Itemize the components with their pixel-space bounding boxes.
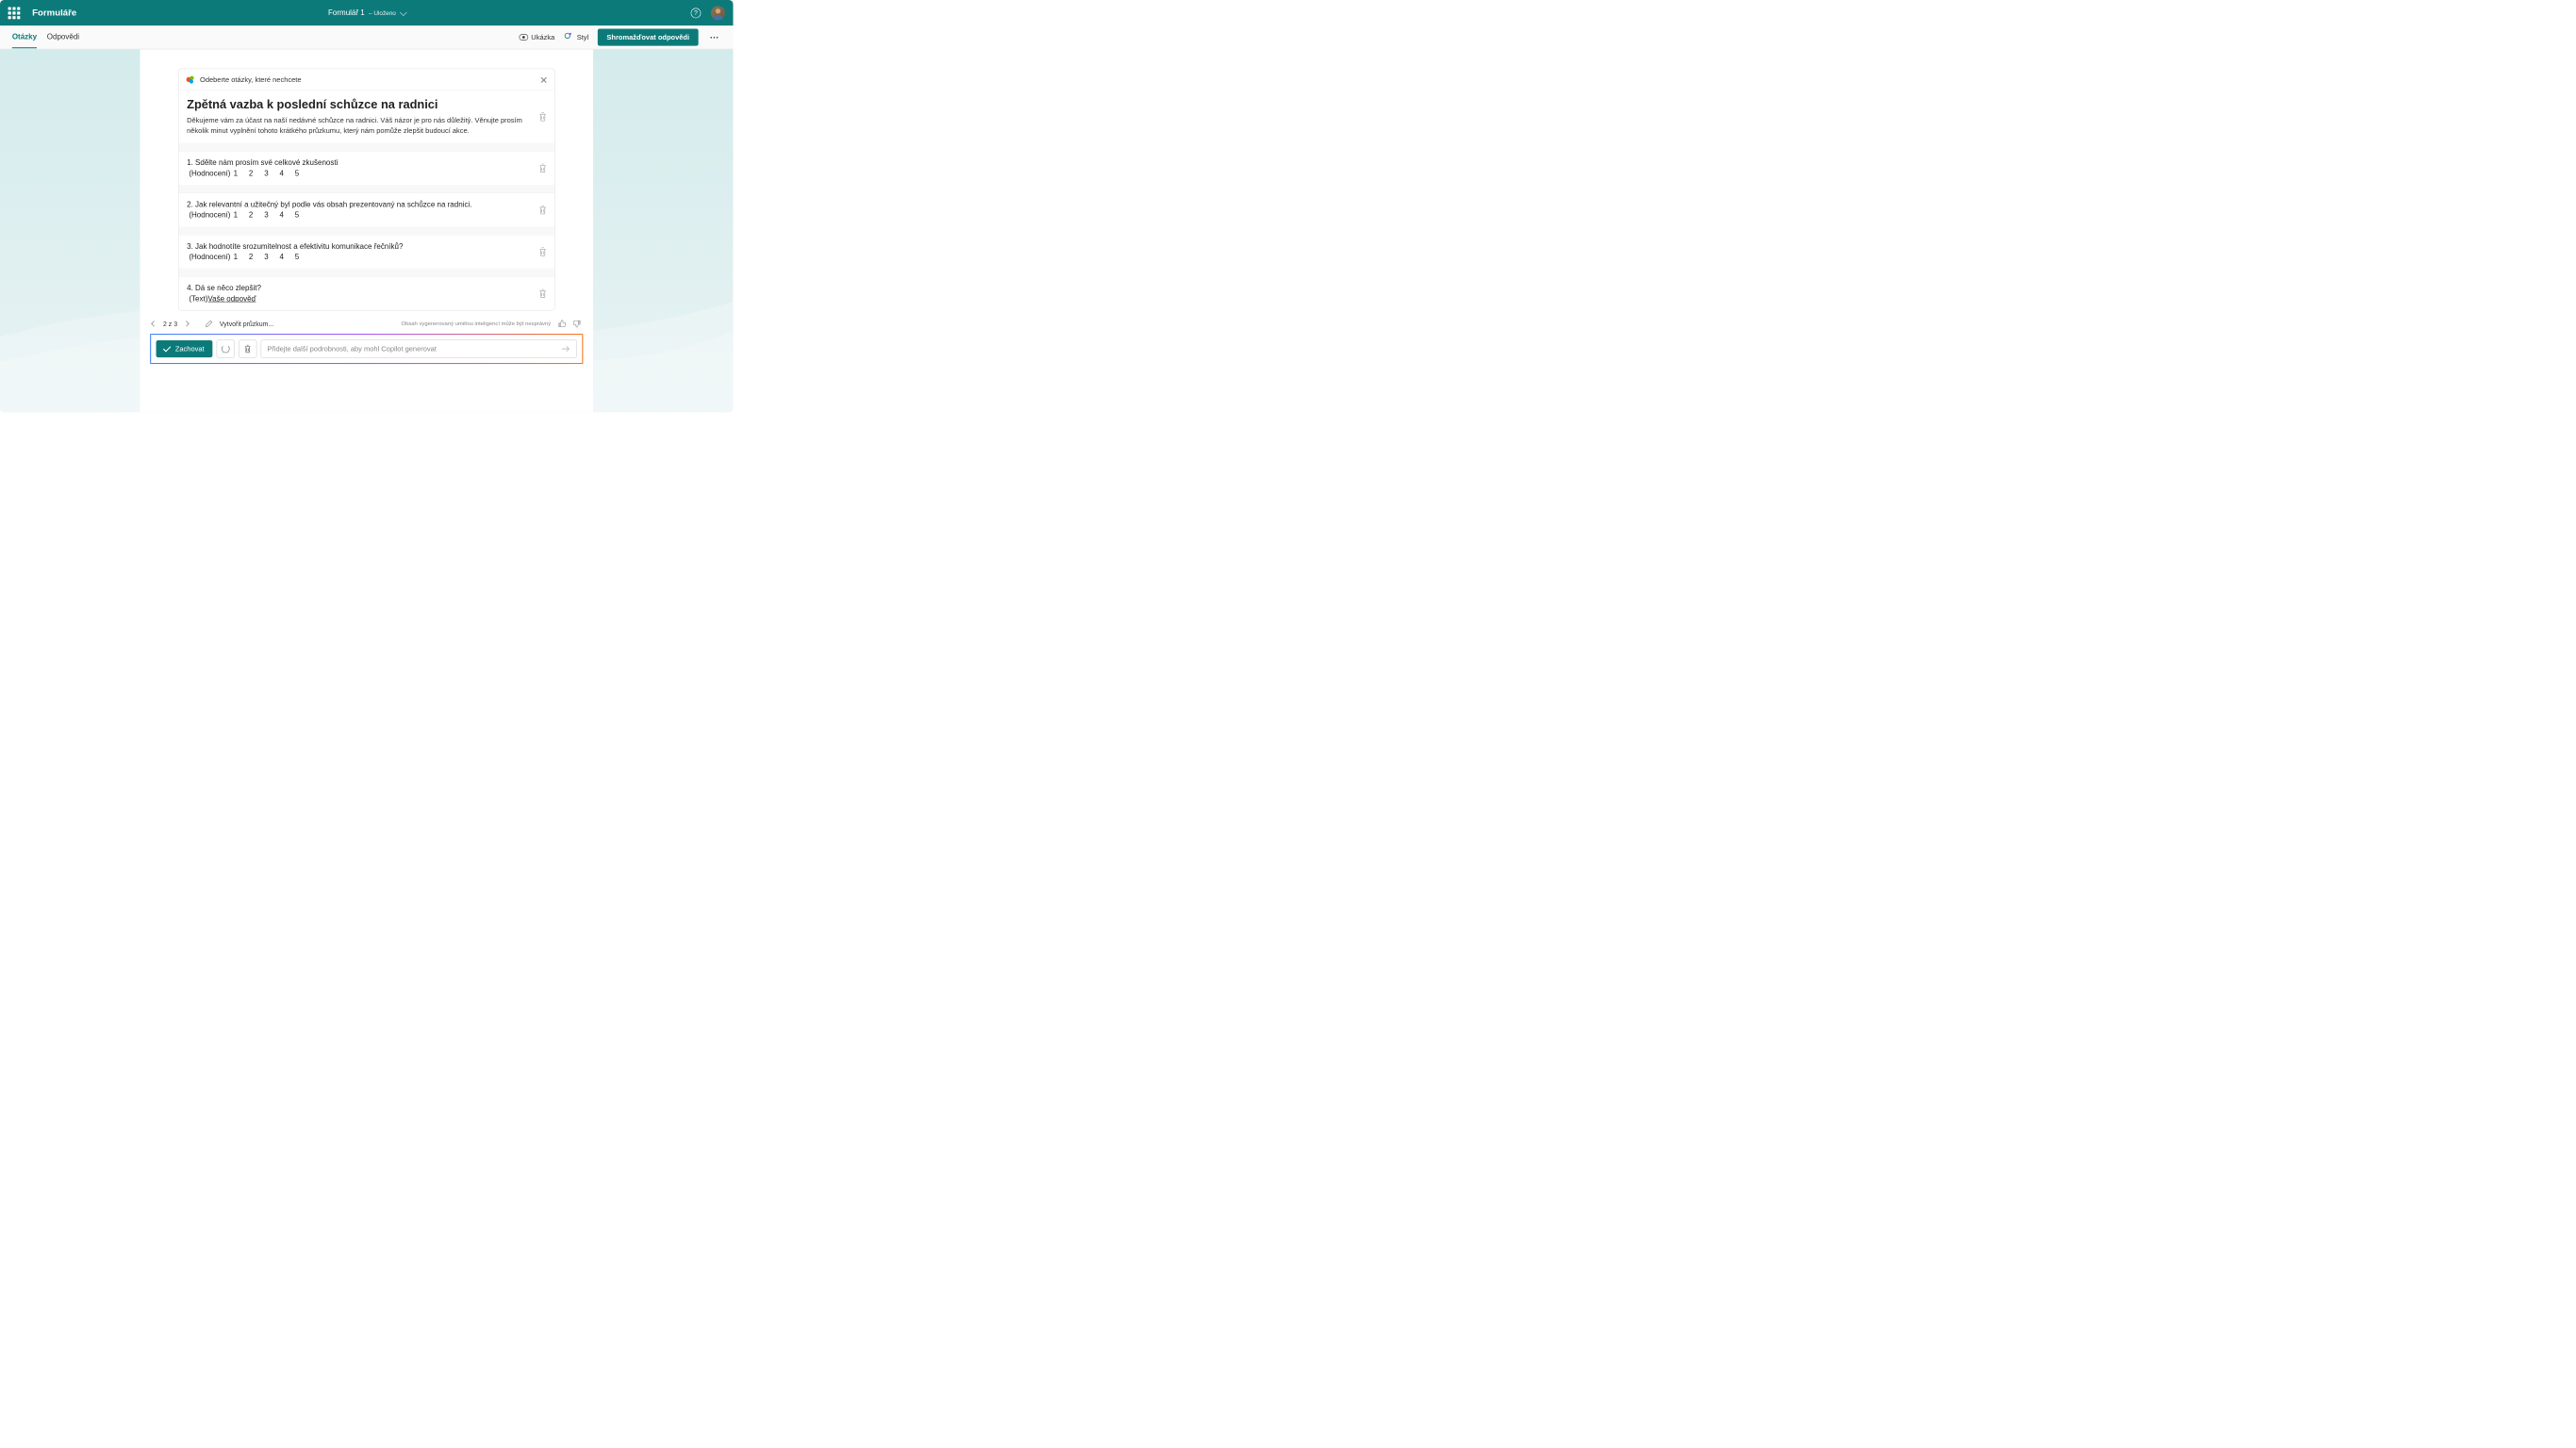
style-button[interactable]: Styl — [564, 32, 588, 42]
question-4[interactable]: 4. Dá se něco zlepšit? (Text)Vaše odpově… — [179, 276, 554, 310]
more-options-icon[interactable] — [707, 37, 720, 39]
form-description: Děkujeme vám za účast na naší nedávné sc… — [187, 115, 546, 136]
trash-icon — [243, 344, 252, 353]
trash-icon[interactable] — [538, 247, 548, 257]
question-3[interactable]: 3. Jak hodnotíte srozumitelnost a efekti… — [179, 235, 554, 269]
form-header-section[interactable]: Zpětná vazba k poslední schůzce na radni… — [179, 90, 554, 143]
refresh-icon — [222, 345, 230, 354]
form-title: Formulář 1 — [328, 8, 365, 17]
tab-responses[interactable]: Odpovědi — [47, 26, 79, 48]
form-heading: Zpětná vazba k poslední schůzce na radni… — [187, 98, 546, 112]
keep-label: Zachovat — [175, 345, 205, 354]
app-header: Formuláře Formulář 1 – Uloženo ? — [0, 0, 734, 25]
preview-button[interactable]: Ukázka — [519, 33, 554, 41]
style-label: Styl — [577, 33, 588, 41]
canvas-background: Odeberte otázky, které nechcete Zpětná v… — [0, 49, 734, 412]
trash-icon[interactable] — [538, 112, 548, 123]
check-icon — [163, 344, 171, 352]
toolbar: Otázky Odpovědi Ukázka Styl Shromažďovat… — [0, 25, 734, 49]
ai-suggestions-panel: Odeberte otázky, které nechcete Zpětná v… — [178, 69, 554, 311]
avatar[interactable] — [711, 6, 725, 20]
style-icon — [564, 32, 574, 42]
keep-button[interactable]: Zachovat — [157, 340, 213, 357]
discard-button[interactable] — [239, 339, 256, 357]
suggestions-banner-text: Odeberte otázky, které nechcete — [200, 75, 536, 84]
ai-disclaimer: Obsah vygenerovaný umělou inteligencí mů… — [402, 321, 552, 326]
chevron-down-icon — [400, 8, 407, 16]
chevron-left-icon[interactable] — [151, 321, 157, 326]
help-icon[interactable]: ? — [691, 8, 702, 18]
form-canvas: Odeberte otázky, které nechcete Zpětná v… — [140, 49, 593, 412]
pencil-icon — [206, 321, 212, 327]
create-survey-link[interactable]: Vytvořit průzkum... — [220, 320, 273, 327]
regenerate-button[interactable] — [216, 339, 234, 357]
trash-icon[interactable] — [538, 205, 548, 215]
trash-icon[interactable] — [538, 288, 548, 299]
collect-responses-button[interactable]: Shromažďovat odpovědi — [598, 28, 699, 45]
app-name: Formuláře — [32, 8, 76, 18]
thumbs-down-icon[interactable] — [573, 320, 582, 328]
pager-row: 2 z 3 Vytvořit průzkum... Obsah vygenero… — [150, 320, 583, 328]
send-icon[interactable] — [561, 345, 570, 352]
copilot-action-bar: Zachovat Přidejte další podrobnosti, aby… — [150, 334, 583, 364]
tab-questions[interactable]: Otázky — [12, 26, 37, 48]
question-2[interactable]: 2. Jak relevantní a užitečný byl podle v… — [179, 193, 554, 227]
page-indicator: 2 z 3 — [163, 320, 177, 327]
form-title-dropdown[interactable]: Formulář 1 – Uloženo — [328, 8, 405, 17]
close-icon[interactable] — [540, 76, 547, 83]
question-1[interactable]: 1. Sdělte nám prosím své celkové zkušeno… — [179, 151, 554, 185]
eye-icon — [519, 34, 528, 40]
chevron-right-icon[interactable] — [184, 321, 190, 326]
prompt-placeholder: Přidejte další podrobnosti, aby mohl Cop… — [267, 345, 437, 354]
copilot-icon — [186, 75, 195, 85]
app-launcher-icon[interactable] — [8, 7, 21, 19]
thumbs-up-icon[interactable] — [558, 320, 567, 328]
preview-label: Ukázka — [531, 33, 554, 41]
trash-icon[interactable] — [538, 163, 548, 173]
copilot-prompt-input[interactable]: Přidejte další podrobnosti, aby mohl Cop… — [260, 339, 577, 357]
saved-status: – Uloženo — [369, 9, 396, 16]
